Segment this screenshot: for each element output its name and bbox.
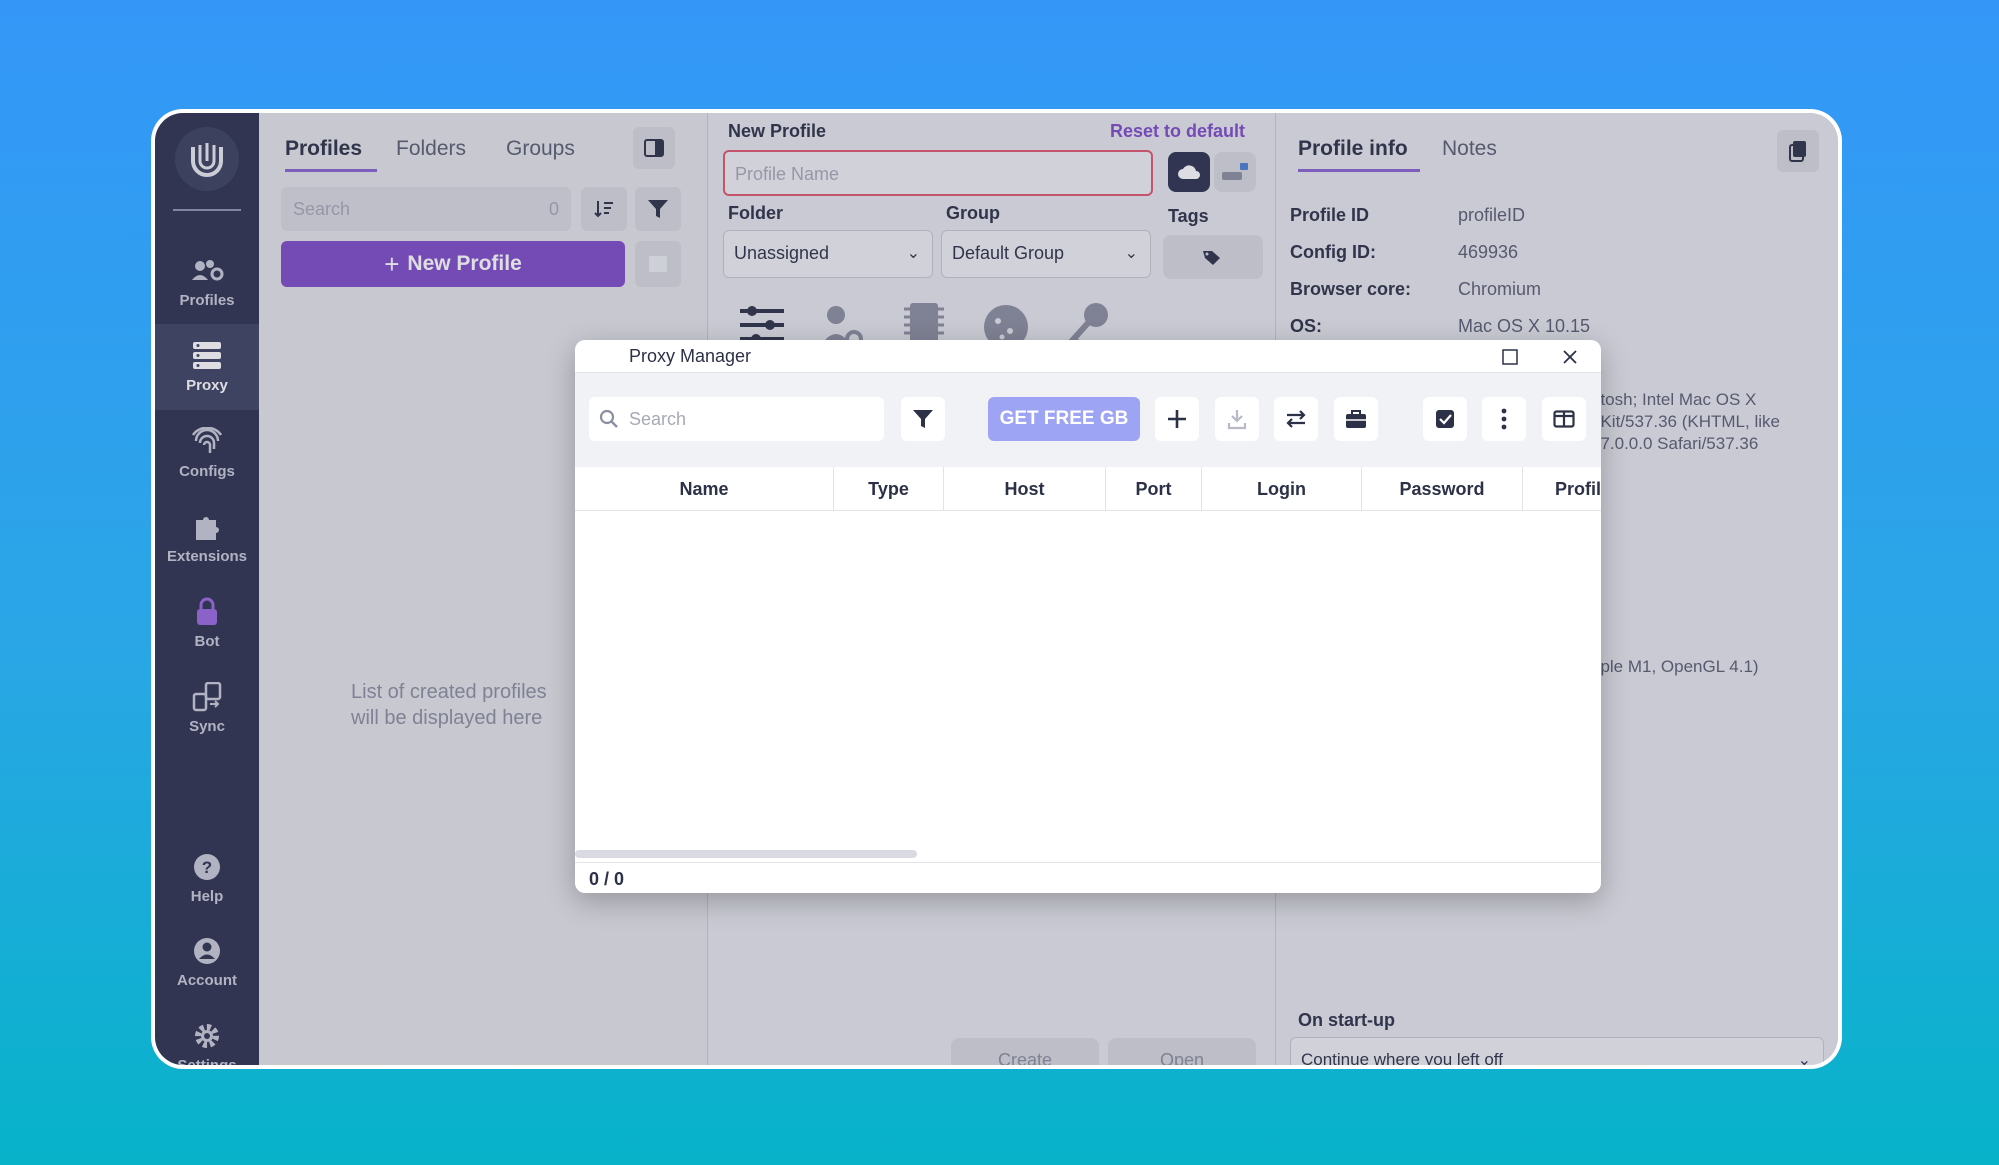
more-options-button[interactable] [1482, 397, 1526, 441]
column-header-password[interactable]: Password [1362, 467, 1523, 511]
import-proxy-button[interactable] [1215, 397, 1259, 441]
select-all-button[interactable] [1423, 397, 1467, 441]
proxy-manager-dialog: Proxy Manager Search GET FREE GB Name Ty… [575, 340, 1601, 893]
column-header-port[interactable]: Port [1106, 467, 1202, 511]
proxy-search-placeholder: Search [629, 408, 687, 429]
swap-proxy-button[interactable] [1274, 397, 1318, 441]
get-free-gb-button[interactable]: GET FREE GB [988, 397, 1140, 441]
horizontal-scrollbar[interactable] [575, 850, 917, 858]
footer-divider [575, 862, 1601, 863]
maximize-icon[interactable] [1502, 349, 1518, 365]
proxy-table-header: Name Type Host Port Login Password Profi… [575, 467, 1601, 511]
column-header-profiles[interactable]: Profil [1523, 467, 1601, 511]
column-header-type[interactable]: Type [834, 467, 944, 511]
proxy-count: 0 / 0 [589, 869, 625, 889]
filter-icon [913, 410, 933, 428]
swap-arrows-icon [1286, 410, 1306, 428]
checkbox-icon [1436, 410, 1454, 428]
download-icon [1227, 410, 1247, 430]
columns-icon [1553, 410, 1575, 428]
column-header-login[interactable]: Login [1202, 467, 1362, 511]
dialog-title: Proxy Manager [629, 346, 752, 366]
proxy-bundle-button[interactable] [1334, 397, 1378, 441]
plus-icon [1168, 410, 1186, 428]
close-icon[interactable] [1562, 349, 1578, 365]
briefcase-icon [1346, 410, 1366, 428]
proxy-toolbar: Search GET FREE GB [575, 373, 1601, 467]
columns-button[interactable] [1542, 397, 1586, 441]
column-header-host[interactable]: Host [944, 467, 1106, 511]
add-proxy-button[interactable] [1155, 397, 1199, 441]
search-icon [599, 409, 618, 428]
proxy-search-input[interactable]: Search [589, 397, 884, 441]
column-header-name[interactable]: Name [575, 467, 834, 511]
more-vertical-icon [1501, 408, 1507, 430]
free-gb-label: GET FREE GB [999, 408, 1129, 429]
proxy-filter-button[interactable] [901, 397, 945, 441]
